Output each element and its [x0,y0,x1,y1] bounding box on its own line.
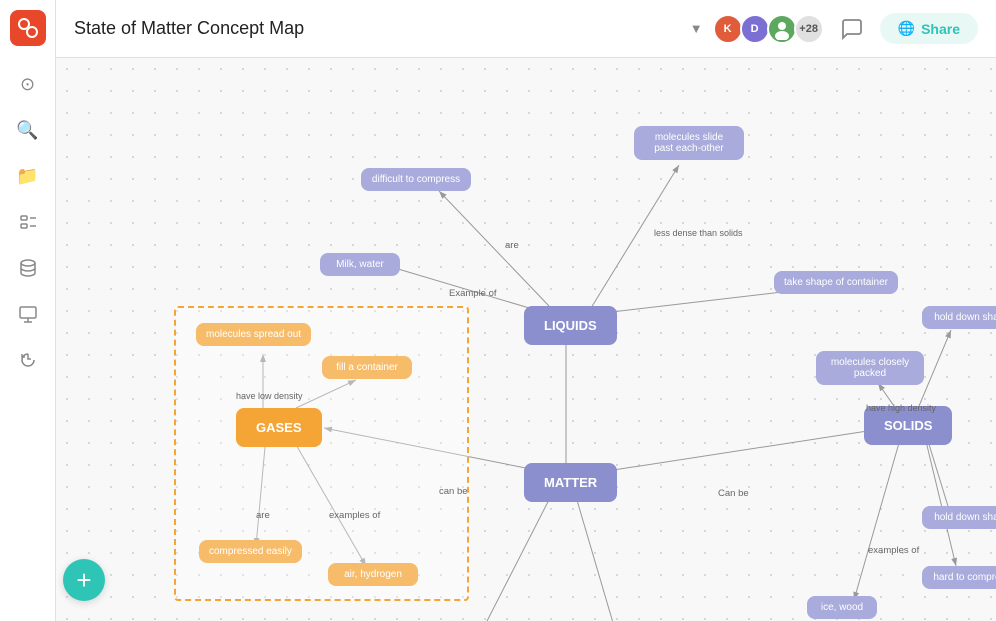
history-icon[interactable] [14,346,42,374]
app-logo[interactable] [10,10,46,46]
avatar-k[interactable]: K [713,14,743,44]
edge-label-example-of: Example of [449,288,497,299]
node-molecules-closely[interactable]: molecules closely packed [816,351,924,385]
node-matter[interactable]: MATTER [524,463,617,502]
node-compressed-easily[interactable]: compressed easily [199,540,302,563]
node-fill-container[interactable]: fill a container [322,356,412,379]
edge-label-are: are [505,240,519,251]
add-button[interactable]: + [63,559,105,601]
share-label: Share [921,21,960,37]
node-solids[interactable]: SOLIDS [864,406,952,445]
plus-icon: + [76,567,91,593]
node-liquids[interactable]: LIQUIDS [524,306,617,345]
node-molecules-slide[interactable]: molecules slide past each-other [634,126,744,160]
folder-icon[interactable]: 📁 [14,162,42,190]
document-title[interactable]: State of Matter Concept Map [74,18,676,39]
avatar-count[interactable]: +28 [794,14,824,44]
avatar-group: K D +28 [713,14,824,44]
globe-icon: 🌐 [898,20,915,37]
presentation-icon[interactable] [14,300,42,328]
node-hard-compress[interactable]: hard to compress [922,566,996,589]
sidebar: ⊙ 🔍 📁 [0,0,56,621]
edge-label-examples-of-right: examples of [868,545,919,556]
node-molecules-spread[interactable]: molecules spread out [196,323,311,346]
title-dropdown-arrow[interactable]: ▼ [690,21,703,36]
avatar-photo[interactable] [767,14,797,44]
share-button[interactable]: 🌐 Share [880,13,978,44]
node-ice-wood[interactable]: ice, wood [807,596,877,619]
topbar: State of Matter Concept Map ▼ K D +28 🌐 … [56,0,996,58]
chat-icon[interactable] [834,11,870,47]
edge-label-can-be-right: Can be [718,488,749,499]
compass-icon[interactable]: ⊙ [14,70,42,98]
node-air-hydrogen[interactable]: air, hydrogen [328,563,418,586]
list-icon[interactable] [14,208,42,236]
node-difficult-compress[interactable]: difficult to compress [361,168,471,191]
edge-label-less-dense: less dense than solids [654,228,743,238]
node-hold-down-top[interactable]: hold down shape [922,306,996,329]
node-take-shape[interactable]: take shape of container [774,271,898,294]
avatar-d[interactable]: D [740,14,770,44]
node-gases[interactable]: GASES [236,408,322,447]
node-hold-down-shape[interactable]: hold down shape [922,506,996,529]
canvas[interactable]: MATTER LIQUIDS GASES SOLIDS molecules sl… [56,58,996,621]
node-milk-water[interactable]: Milk, water [320,253,400,276]
search-icon[interactable]: 🔍 [14,116,42,144]
database-icon[interactable] [14,254,42,282]
main-area: State of Matter Concept Map ▼ K D +28 🌐 … [56,0,996,621]
